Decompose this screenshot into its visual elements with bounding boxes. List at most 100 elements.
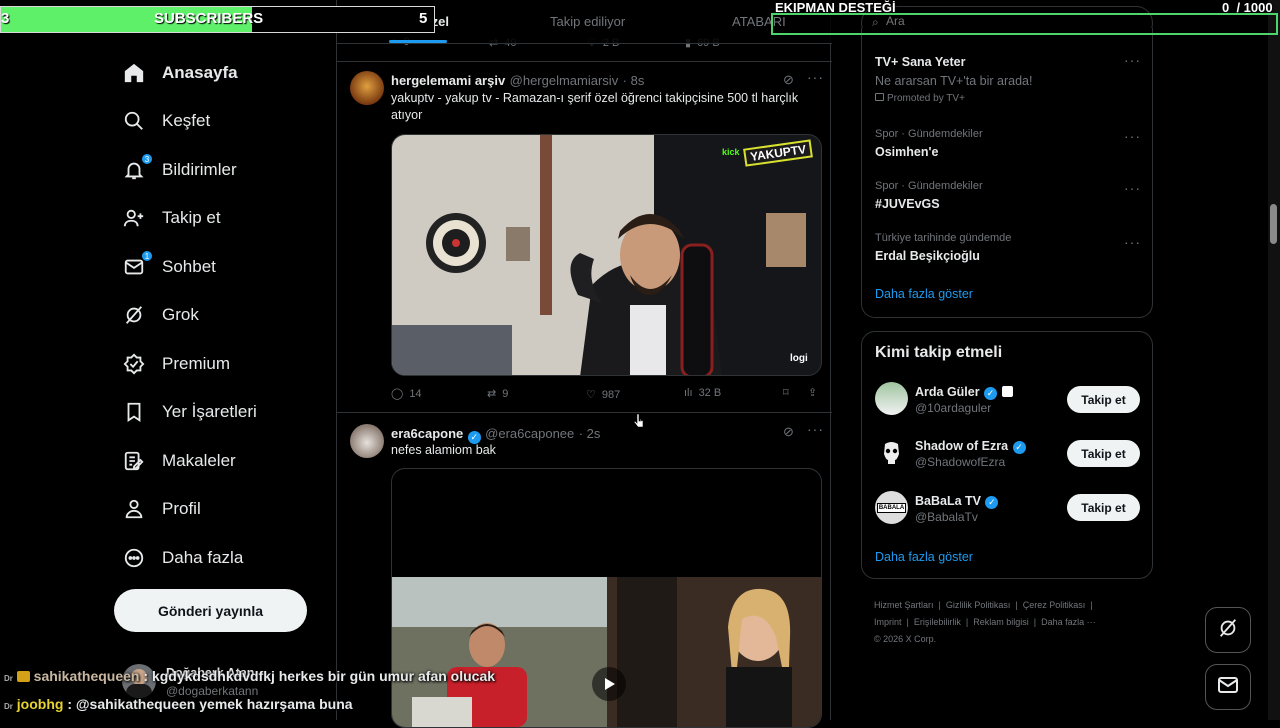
tweet-time[interactable]: · 2s bbox=[579, 426, 601, 441]
nav-item-label: Grok bbox=[162, 305, 199, 324]
user-name[interactable]: BaBaLa TV bbox=[915, 494, 981, 508]
verified-badge-icon: ✓ bbox=[1012, 441, 1026, 454]
nav-item-follow[interactable]: Takip et bbox=[121, 198, 221, 238]
nav-item-label: Makaleler bbox=[162, 451, 236, 470]
tweet-author-name[interactable]: era6capone bbox=[391, 426, 463, 441]
trend-category: Spor · Gündemdekiler bbox=[875, 180, 983, 192]
user-handle: @10ardaguler bbox=[915, 401, 992, 415]
nav-item-label: Takip et bbox=[162, 208, 221, 227]
chat-badge-icon: Dr bbox=[4, 702, 13, 711]
scrollbar[interactable] bbox=[1268, 0, 1280, 720]
post-button[interactable]: Gönderi yayınla bbox=[114, 589, 307, 632]
trend-item[interactable]: Spor · Gündemdekiler Osimhen'e bbox=[875, 128, 983, 159]
user-name[interactable]: Shadow of Ezra bbox=[915, 439, 1008, 453]
repost-button[interactable]: ⇄ 9 bbox=[487, 387, 508, 401]
heart-icon: ♡ bbox=[586, 389, 596, 401]
footer-link-ads-info[interactable]: Reklam bilgisi bbox=[973, 617, 1029, 627]
footer-link-imprint[interactable]: Imprint bbox=[874, 617, 902, 627]
trend-category: Türkiye tarihinde gündemde bbox=[875, 232, 1012, 244]
grok-icon[interactable]: ⊘ bbox=[783, 72, 794, 88]
follow-button[interactable]: Takip et bbox=[1067, 494, 1140, 521]
share-icon: ⇪ bbox=[808, 387, 818, 399]
mail-icon bbox=[1216, 673, 1240, 702]
follow-button[interactable]: Takip et bbox=[1067, 440, 1140, 467]
trend-item[interactable]: TV+ Sana Yeter Ne ararsan TV+'ta bir ara… bbox=[875, 55, 1032, 104]
more-options-icon[interactable]: ··· bbox=[1124, 180, 1141, 196]
subscriber-goal-bar: 3 SUBSCRIBERS 5 bbox=[0, 6, 435, 33]
more-options-icon[interactable]: ··· bbox=[1124, 234, 1141, 250]
chat-badge-icon: Dr bbox=[4, 674, 13, 683]
more-options-icon[interactable]: ··· bbox=[1124, 128, 1141, 144]
more-options-icon[interactable]: ··· bbox=[1124, 52, 1141, 68]
nav-item-notifications[interactable]: 3 Bildirimler bbox=[121, 150, 237, 190]
tweet-avatar[interactable] bbox=[350, 71, 384, 105]
more-options-icon[interactable]: ··· bbox=[807, 421, 824, 437]
nav-item-articles[interactable]: Makaleler bbox=[121, 441, 236, 481]
logi-watermark: logi bbox=[790, 353, 808, 364]
trend-item[interactable]: Türkiye tarihinde gündemde Erdal Beşikçi… bbox=[875, 232, 1011, 263]
bookmark-button[interactable]: ⌑ bbox=[783, 386, 789, 399]
subscriber-goal-label: SUBSCRIBERS bbox=[154, 10, 264, 27]
trend-item[interactable]: Spor · Gündemdekiler #JUVEvGS bbox=[875, 180, 983, 211]
affiliate-badge-icon bbox=[1001, 386, 1013, 397]
scrollbar-thumb[interactable] bbox=[1270, 204, 1277, 244]
nav-item-grok[interactable]: Grok bbox=[121, 295, 199, 335]
subscriber-count-left: 3 bbox=[1, 10, 10, 27]
mouse-cursor bbox=[633, 413, 644, 433]
user-avatar[interactable] bbox=[875, 436, 908, 469]
verified-badge-icon: ✓ bbox=[985, 496, 999, 509]
reply-icon: ◯ bbox=[391, 388, 404, 400]
tweet-author-name[interactable]: hergelemami arşiv bbox=[391, 73, 505, 88]
message-badge: 1 bbox=[141, 250, 153, 262]
follow-button[interactable]: Takip et bbox=[1067, 386, 1140, 413]
nav-item-premium[interactable]: Premium bbox=[121, 344, 230, 384]
user-name[interactable]: Arda Güler bbox=[915, 385, 980, 399]
show-more-follow-link[interactable]: Daha fazla göster bbox=[875, 550, 973, 564]
copyright: © 2026 X Corp. bbox=[874, 634, 937, 644]
nav-item-bookmarks[interactable]: Yer İşaretleri bbox=[121, 392, 257, 432]
reply-button[interactable]: ◯ 14 bbox=[391, 387, 422, 401]
person-icon bbox=[121, 496, 147, 522]
grok-floating-button[interactable] bbox=[1205, 607, 1251, 653]
tweet-video[interactable] bbox=[391, 468, 822, 728]
chat-text: @sahikathequeen yemek hazırşama buna bbox=[75, 696, 353, 712]
like-button[interactable]: ♡ 987 bbox=[586, 388, 620, 402]
grok-icon[interactable]: ⊘ bbox=[783, 424, 794, 440]
tweet-author-handle[interactable]: @era6caponee bbox=[485, 426, 574, 441]
footer-links: Hizmet Şartları | Gizlilik Politikası | … bbox=[874, 600, 1096, 644]
bookmark-icon bbox=[121, 399, 147, 425]
share-button[interactable]: ⇪ bbox=[808, 386, 817, 399]
user-avatar[interactable] bbox=[875, 382, 908, 415]
video-frame bbox=[392, 577, 821, 727]
more-options-icon[interactable]: ··· bbox=[807, 69, 824, 85]
nav-item-messages[interactable]: 1 Sohbet bbox=[121, 247, 216, 287]
nav-item-more[interactable]: Daha fazla bbox=[121, 538, 243, 578]
chat-username: joobhg bbox=[16, 696, 64, 712]
messages-floating-button[interactable] bbox=[1205, 664, 1251, 710]
trend-subtitle: Ne ararsan TV+'ta bir arada! bbox=[875, 74, 1033, 88]
grok-icon bbox=[121, 302, 147, 328]
tweet-avatar[interactable] bbox=[350, 424, 384, 458]
tweet[interactable]: hergelemami arşiv @hergelmamiarsiv · 8s … bbox=[337, 62, 832, 412]
nav-item-home[interactable]: Anasayfa bbox=[121, 53, 238, 93]
footer-link-terms[interactable]: Hizmet Şartları bbox=[874, 600, 934, 610]
tweet-author-handle[interactable]: @hergelmamiarsiv bbox=[510, 73, 619, 88]
tab-following[interactable]: Takip ediliyor bbox=[550, 14, 625, 29]
footer-link-more[interactable]: Daha fazla ··· bbox=[1041, 617, 1096, 627]
play-icon[interactable] bbox=[592, 667, 626, 701]
footer-link-privacy[interactable]: Gizlilik Politikası bbox=[946, 600, 1011, 610]
footer-link-cookies[interactable]: Çerez Politikası bbox=[1023, 600, 1086, 610]
promoted-icon bbox=[875, 93, 884, 101]
footer-link-accessibility[interactable]: Erişilebilirlik bbox=[914, 617, 961, 627]
user-handle: @BabalaTv bbox=[915, 510, 978, 524]
equipment-goal-bar bbox=[771, 13, 1278, 35]
nav-item-explore[interactable]: Keşfet bbox=[121, 101, 210, 141]
nav-item-profile[interactable]: Profil bbox=[121, 489, 201, 529]
tweet-video[interactable]: kick YAKUPTV logi bbox=[391, 134, 822, 376]
tweet-time[interactable]: · 8s bbox=[623, 73, 645, 88]
views-button[interactable]: ılı 32 B bbox=[684, 387, 721, 399]
user-avatar[interactable]: BABALA bbox=[875, 491, 908, 524]
show-more-trends-link[interactable]: Daha fazla göster bbox=[875, 287, 973, 301]
bell-icon: 3 bbox=[121, 153, 153, 183]
grok-icon bbox=[1217, 617, 1239, 644]
